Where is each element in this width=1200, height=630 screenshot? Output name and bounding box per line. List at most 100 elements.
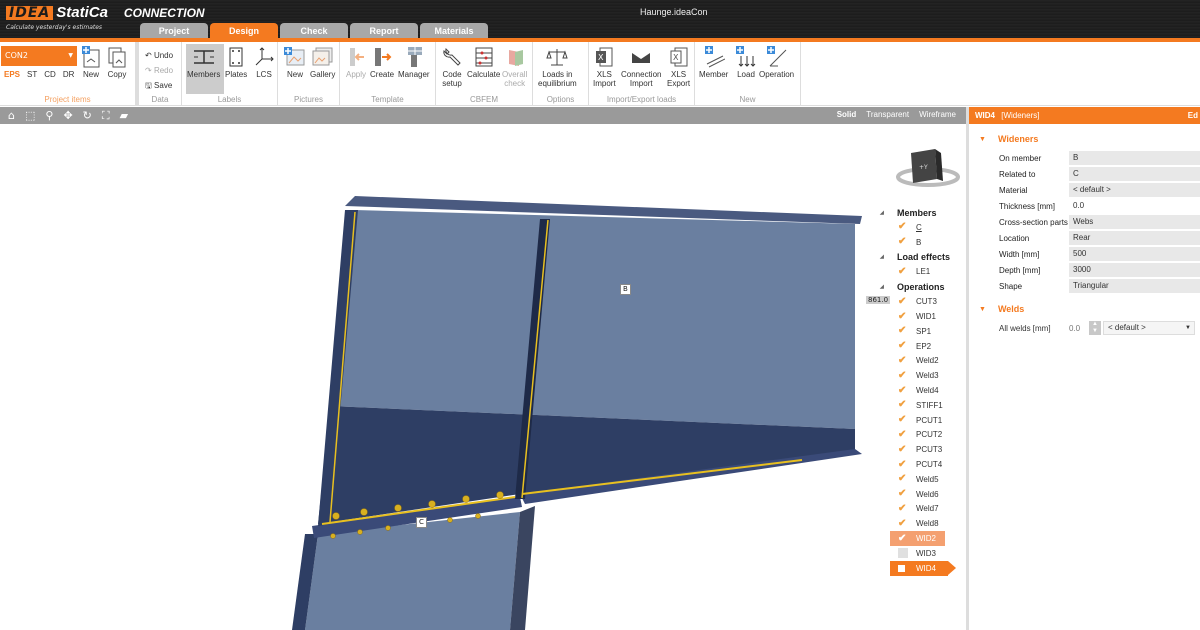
section-welds[interactable]: ▼ Welds xyxy=(979,304,1200,314)
property-value[interactable]: < default > xyxy=(1069,183,1200,197)
property-value[interactable]: 500 xyxy=(1069,247,1200,261)
tree-item-member-b[interactable]: ✔ B xyxy=(880,235,950,250)
calculate-button[interactable]: Calculate xyxy=(467,46,500,79)
checkbox-checked-icon[interactable]: ✔ xyxy=(898,444,908,455)
link-cd[interactable]: CD xyxy=(44,70,56,79)
xls-import-button[interactable]: X XLS Import xyxy=(593,46,616,88)
navigation-cube[interactable]: +Y xyxy=(893,145,963,190)
tree-item-operation[interactable]: WID4 xyxy=(890,560,956,576)
checkbox-checked-icon[interactable]: ✔ xyxy=(898,459,908,470)
checkbox-checked-icon[interactable]: ✔ xyxy=(898,222,908,232)
tree-item-operation[interactable]: ✔ SP1 xyxy=(880,324,950,339)
tree-header-members[interactable]: ◢ Members xyxy=(880,205,950,220)
new-operation-button[interactable]: Operation xyxy=(759,46,794,79)
tree-item-operation[interactable]: ✔ PCUT3 xyxy=(880,442,950,457)
tab-design[interactable]: Design xyxy=(210,23,278,39)
template-manager-button[interactable]: Manager xyxy=(398,46,430,79)
tab-materials[interactable]: Materials xyxy=(420,23,488,39)
gallery-button[interactable]: Gallery xyxy=(310,46,335,79)
plates-label-button[interactable]: Plates xyxy=(225,46,247,79)
apply-template-button[interactable]: Apply xyxy=(345,46,367,79)
members-label-button[interactable]: Members xyxy=(187,46,220,79)
home-icon[interactable]: ⌂ xyxy=(8,109,15,122)
tree-item-operation[interactable]: ✔ Weld3 xyxy=(880,368,950,383)
tree-header-load-effects[interactable]: ◢ Load effects xyxy=(880,250,950,265)
tab-project[interactable]: Project xyxy=(140,23,208,39)
code-setup-button[interactable]: Code setup xyxy=(441,46,463,88)
tree-item-le1[interactable]: ✔ LE1 xyxy=(880,265,950,280)
weld-type-dropdown[interactable]: < default > ▼ xyxy=(1103,321,1195,335)
checkbox-checked-icon[interactable]: ✔ xyxy=(898,311,908,322)
new-picture-button[interactable]: New xyxy=(284,46,306,79)
new-member-button[interactable]: Member xyxy=(699,46,728,79)
link-st[interactable]: ST xyxy=(27,70,37,79)
new-load-button[interactable]: Load xyxy=(735,46,757,79)
tree-item-operation[interactable]: WID3 xyxy=(880,546,950,561)
checkbox-checked-icon[interactable]: ✔ xyxy=(898,489,908,499)
tab-check[interactable]: Check xyxy=(280,23,348,39)
zoom-icon[interactable]: ⚲ xyxy=(45,109,53,122)
tree-item-operation[interactable]: ✔ PCUT4 xyxy=(880,457,950,472)
loads-equilibrium-button[interactable]: Loads in equilibrium xyxy=(538,46,577,88)
member-label-b[interactable]: B xyxy=(620,284,631,295)
tree-item-operation[interactable]: ✔ CUT3 xyxy=(880,294,950,309)
checkbox-checked-icon[interactable]: ✔ xyxy=(898,503,908,514)
link-dr[interactable]: DR xyxy=(63,70,75,79)
checkbox-checked-icon[interactable]: ✔ xyxy=(898,518,908,529)
property-value[interactable]: B xyxy=(1069,151,1200,165)
checkbox-checked-icon[interactable]: ✔ xyxy=(898,341,908,351)
property-value[interactable]: 0.0 xyxy=(1069,199,1200,213)
tree-item-operation[interactable]: ✔ Weld2 xyxy=(880,354,950,369)
new-connection-button[interactable]: New xyxy=(80,46,102,79)
redo-button[interactable]: ↷ Redo xyxy=(145,63,173,78)
tree-header-operations[interactable]: ◢ Operations xyxy=(880,279,950,294)
tree-item-operation[interactable]: ✔ EP2 xyxy=(880,339,950,354)
connection-import-button[interactable]: Connection Import xyxy=(621,46,661,88)
property-value[interactable]: C xyxy=(1069,167,1200,181)
checkbox-checked-icon[interactable]: ✔ xyxy=(898,326,908,336)
checkbox-checked-icon[interactable]: ✔ xyxy=(898,533,908,544)
rotate-icon[interactable]: ↻ xyxy=(83,109,92,122)
checkbox-checked-icon[interactable]: ✔ xyxy=(898,415,908,425)
tree-item-member-c[interactable]: ✔ C xyxy=(880,220,950,235)
xls-export-button[interactable]: X XLS Export xyxy=(667,46,690,88)
tree-item-operation[interactable]: ✔ PCUT1 xyxy=(880,413,950,428)
create-template-button[interactable]: Create xyxy=(370,46,394,79)
copy-connection-button[interactable]: Copy xyxy=(106,46,128,79)
checkbox-checked-icon[interactable]: ✔ xyxy=(898,296,908,307)
spinner-icon[interactable]: ▲ ▼ xyxy=(1089,321,1101,335)
member-label-c[interactable]: C xyxy=(416,517,427,528)
property-value[interactable]: Rear xyxy=(1069,231,1200,245)
tree-item-operation[interactable]: ✔ PCUT2 xyxy=(880,428,950,443)
3d-viewport[interactable]: B C xyxy=(0,124,966,630)
link-eps[interactable]: EPS xyxy=(4,70,20,79)
solid-mode-button[interactable]: Solid xyxy=(837,110,857,119)
lcs-label-button[interactable]: LCS xyxy=(253,46,275,79)
checkbox-unchecked-icon[interactable] xyxy=(898,564,905,572)
checkbox-checked-icon[interactable]: ✔ xyxy=(898,355,908,366)
section-wideners[interactable]: ▼ Wideners xyxy=(979,134,1200,144)
property-value[interactable]: 3000 xyxy=(1069,263,1200,277)
checkbox-checked-icon[interactable]: ✔ xyxy=(898,266,908,277)
tab-report[interactable]: Report xyxy=(350,23,418,39)
zoom-window-icon[interactable]: ⬚ xyxy=(25,109,35,122)
tree-item-operation[interactable]: ✔ Weld6 xyxy=(880,487,950,502)
edit-button[interactable]: Ed xyxy=(1188,107,1198,124)
tree-item-operation[interactable]: ✔ Weld8 xyxy=(880,516,950,531)
box-view-icon[interactable]: ▰ xyxy=(120,109,128,122)
tree-item-operation[interactable]: ✔ Weld5 xyxy=(880,472,950,487)
tree-item-operation[interactable]: ✔ Weld7 xyxy=(880,502,950,517)
wireframe-mode-button[interactable]: Wireframe xyxy=(919,110,956,119)
transparent-mode-button[interactable]: Transparent xyxy=(866,110,909,119)
property-value[interactable]: Triangular xyxy=(1069,279,1200,293)
checkbox-checked-icon[interactable]: ✔ xyxy=(898,370,908,381)
overall-check-button[interactable]: Overall check xyxy=(502,46,527,88)
checkbox-checked-icon[interactable]: ✔ xyxy=(898,385,908,396)
tree-item-operation[interactable]: ✔ Weld4 xyxy=(880,383,950,398)
connection-select[interactable]: CON2 ▼ xyxy=(1,46,77,66)
checkbox-checked-icon[interactable]: ✔ xyxy=(898,474,908,484)
checkbox-unchecked-icon[interactable] xyxy=(898,548,908,559)
checkbox-checked-icon[interactable]: ✔ xyxy=(898,400,908,410)
tree-item-operation[interactable]: ✔ WID2 xyxy=(890,531,945,546)
save-button[interactable]: 🖫 Save xyxy=(145,78,173,93)
